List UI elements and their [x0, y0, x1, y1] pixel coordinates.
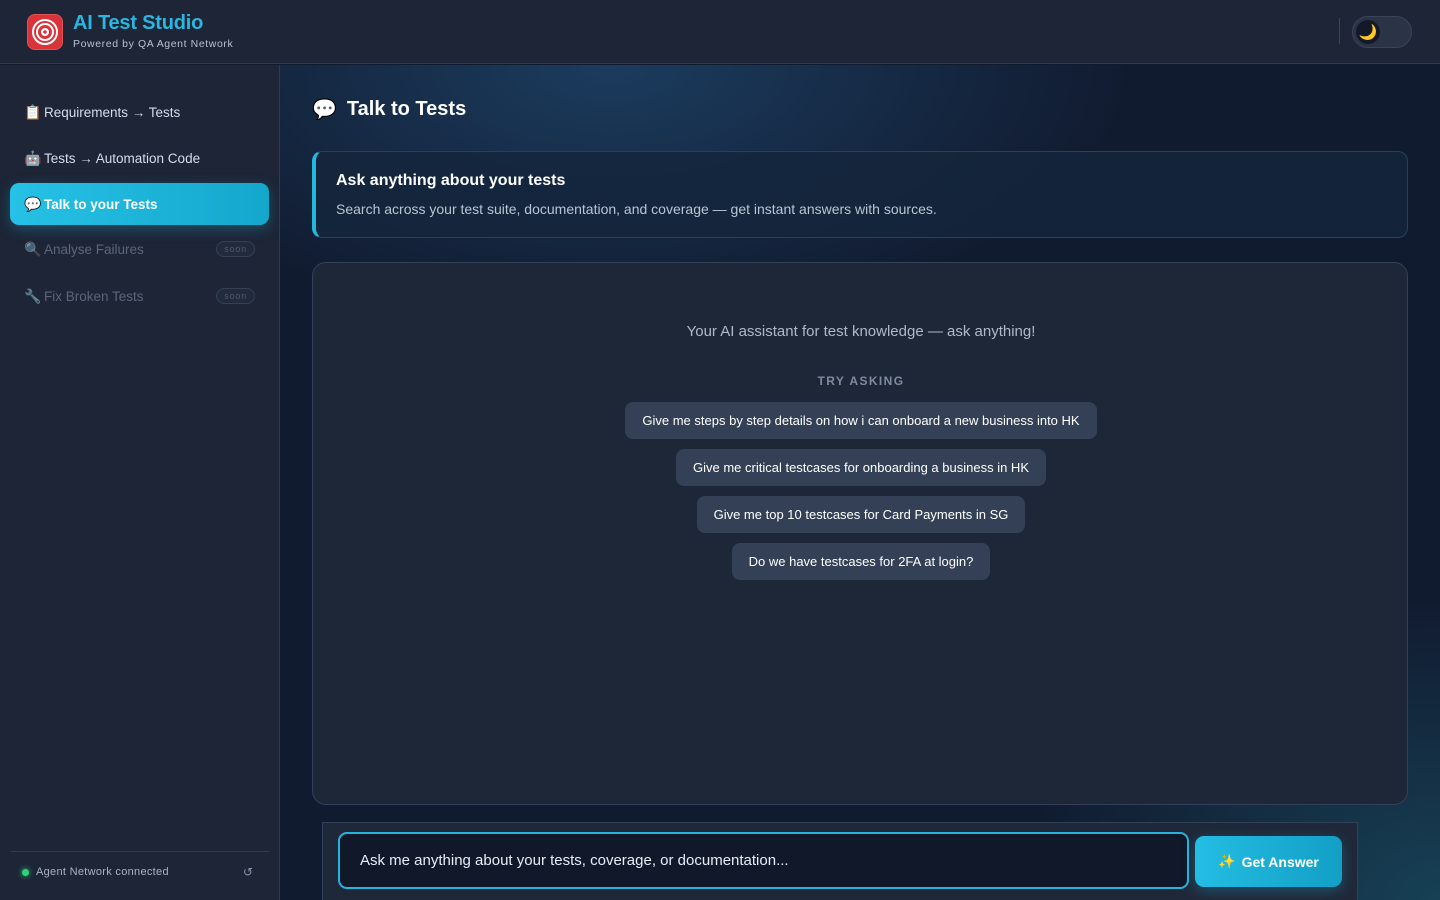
sidebar-item-fix-broken-tests: 🔧 Fix Broken Tests soon — [10, 275, 269, 317]
sidebar-item-requirements-to-tests[interactable]: 📋 Requirements → Tests — [10, 91, 269, 133]
sidebar-item-tests-to-automation[interactable]: 🤖 Tests → Automation Code — [10, 137, 269, 179]
app-subtitle: Powered by QA Agent Network — [73, 38, 234, 50]
sidebar-item-label: Tests → Automation Code — [44, 150, 201, 166]
app-header: AI Test Studio Powered by QA Agent Netwo… — [0, 0, 1440, 64]
sidebar-item-label: Talk to your Tests — [44, 196, 158, 212]
sidebar-item-analyse-failures: 🔍 Analyse Failures soon — [10, 228, 269, 270]
app-title: AI Test Studio — [73, 12, 204, 34]
page-title-text: Talk to Tests — [346, 98, 467, 120]
suggestion-list: Give me steps by step details on how i c… — [313, 402, 1409, 590]
page-title: 💬 Talk to Tests — [312, 97, 466, 122]
sidebar-item-label: Fix Broken Tests — [44, 288, 144, 304]
chat-input-bar: ✨ Get Answer — [322, 822, 1358, 900]
chat-input[interactable] — [340, 834, 1187, 887]
suggestion-chip[interactable]: Give me top 10 testcases for Card Paymen… — [696, 496, 1026, 533]
sidebar-item-label: Analyse Failures — [44, 241, 144, 257]
speech-bubble-icon: 💬 — [24, 195, 42, 212]
clipboard-icon: 📋 — [24, 103, 42, 120]
try-asking-label: TRY ASKING — [817, 374, 905, 388]
moon-icon: 🌙 — [1356, 20, 1380, 44]
suggestion-chip[interactable]: Do we have testcases for 2FA at login? — [731, 543, 991, 580]
get-answer-label: Get Answer — [1241, 853, 1319, 870]
intro-description: Search across your test suite, documenta… — [336, 201, 937, 217]
wrench-icon: 🔧 — [24, 287, 42, 304]
connection-status: Agent Network connected ↺ — [10, 851, 269, 891]
refresh-icon[interactable]: ↺ — [243, 865, 253, 879]
intro-title: Ask anything about your tests — [336, 172, 566, 189]
main-content: 💬 Talk to Tests Ask anything about your … — [280, 65, 1440, 900]
header-divider — [1339, 18, 1340, 44]
get-answer-button[interactable]: ✨ Get Answer — [1195, 836, 1342, 887]
target-logo-icon — [27, 14, 63, 50]
sidebar-item-label: Requirements → Tests — [44, 104, 181, 120]
chat-panel: Your AI assistant for test knowledge — a… — [312, 262, 1408, 805]
status-text: Agent Network connected — [36, 866, 169, 878]
magnifier-icon: 🔍 — [24, 240, 42, 257]
sidebar: 📋 Requirements → Tests 🤖 Tests → Automat… — [0, 65, 280, 900]
soon-badge: soon — [216, 241, 255, 257]
theme-toggle[interactable]: 🌙 — [1352, 16, 1412, 48]
sparkles-icon: ✨ — [1218, 853, 1236, 869]
suggestion-chip[interactable]: Give me critical testcases for onboardin… — [676, 449, 1046, 486]
sidebar-item-talk-to-tests[interactable]: 💬 Talk to your Tests — [10, 183, 269, 225]
robot-icon: 🤖 — [24, 149, 42, 166]
suggestion-chip[interactable]: Give me steps by step details on how i c… — [625, 402, 1097, 439]
chat-input-wrapper — [338, 832, 1189, 889]
soon-badge: soon — [216, 288, 255, 304]
speech-bubble-icon: 💬 — [312, 99, 337, 121]
intro-card: Ask anything about your tests Search acr… — [312, 151, 1408, 238]
empty-state-message: Your AI assistant for test knowledge — a… — [686, 323, 1036, 340]
status-dot-icon — [22, 869, 29, 876]
